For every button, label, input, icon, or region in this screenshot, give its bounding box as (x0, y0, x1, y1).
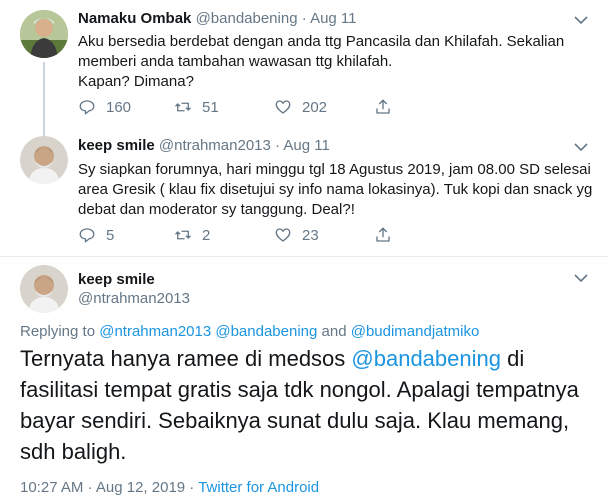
mention-link[interactable]: @bandabening (215, 323, 317, 340)
tweet-text-line: Aku bersedia berdebat dengan anda ttg Pa… (78, 33, 565, 50)
retweet-button[interactable]: 2 (174, 225, 210, 245)
heart-icon (275, 228, 291, 242)
retweet-icon (175, 102, 191, 112)
retweet-button[interactable]: 51 (174, 97, 219, 117)
retweet-count: 51 (202, 98, 219, 116)
reply-count: 160 (106, 98, 132, 116)
separator-dot: · (301, 10, 307, 27)
tweet-text-line: debat dan moderator sy tanggung. Deal?! (78, 201, 355, 218)
display-name[interactable]: Namaku Ombak (78, 10, 191, 27)
reply-icon (79, 100, 95, 115)
tweet-text-line: Sy siapkan forumnya, hari minggu tgl 18 … (78, 161, 591, 178)
tweet-header: Namaku Ombak @bandabening · Aug 11 (78, 10, 357, 27)
retweet-count: 2 (202, 226, 211, 244)
tweet-text: Aku bersedia berdebat dengan anda ttg Pa… (78, 32, 598, 92)
tweet-1[interactable]: Namaku Ombak @bandabening · Aug 11 Aku b… (0, 0, 608, 122)
avatar-image-icon (20, 265, 68, 313)
avatar[interactable] (20, 136, 68, 184)
reply-icon (79, 228, 95, 243)
tweet-source[interactable]: Twitter for Android (198, 479, 319, 496)
avatar[interactable] (20, 10, 68, 58)
tweet-header: keep smile @ntrahman2013 · Aug 11 (78, 137, 330, 154)
focused-tweet-text: Ternyata hanya ramee di medsos @bandaben… (20, 343, 600, 467)
like-count: 202 (302, 98, 328, 116)
tweet-2[interactable]: keep smile @ntrahman2013 · Aug 11 Sy sia… (0, 122, 608, 256)
user-handle[interactable]: @ntrahman2013 (78, 290, 190, 307)
share-icon (376, 227, 390, 242)
mention-link[interactable]: @ntrahman2013 (99, 323, 211, 340)
chevron-down-icon[interactable] (574, 15, 588, 25)
mention-link[interactable]: @budimandjatmiko (351, 323, 480, 340)
avatar[interactable] (20, 265, 68, 313)
chevron-down-icon[interactable] (574, 273, 588, 283)
tweet-meta: 10:27 AM · Aug 12, 2019 · Twitter for An… (20, 479, 319, 496)
reply-count: 5 (106, 226, 115, 244)
avatar-image-icon (20, 10, 68, 58)
separator-dot: · (275, 137, 281, 154)
tweet-actions: 160 51 202 (78, 97, 398, 117)
like-button[interactable]: 202 (274, 97, 327, 117)
tweet-text-line: area Gresik ( klau fix disetujui sy info… (78, 181, 593, 198)
share-icon (376, 99, 390, 114)
share-button[interactable] (374, 225, 392, 245)
reply-button[interactable]: 5 (78, 225, 114, 245)
retweet-icon (175, 230, 191, 240)
chevron-down-icon[interactable] (574, 142, 588, 152)
like-button[interactable]: 23 (274, 225, 319, 245)
tweet-timestamp[interactable]: 10:27 AM · Aug 12, 2019 · (20, 479, 194, 496)
tweet-date[interactable]: Aug 11 (283, 137, 329, 154)
like-count: 23 (302, 226, 319, 244)
thread-line (43, 62, 45, 122)
display-name[interactable]: keep smile (78, 271, 155, 288)
heart-icon (275, 100, 291, 114)
reply-button[interactable]: 160 (78, 97, 131, 117)
display-name[interactable]: keep smile (78, 137, 155, 154)
tweet-actions: 5 2 23 (78, 225, 398, 245)
replying-and: and (321, 323, 347, 340)
share-button[interactable] (374, 97, 392, 117)
tweet-text: Sy siapkan forumnya, hari minggu tgl 18 … (78, 160, 598, 220)
tweet-text-line: Kapan? Dimana? (78, 73, 194, 90)
avatar-image-icon (20, 136, 68, 184)
tweet-text-part: Ternyata hanya ramee di medsos (20, 346, 352, 371)
user-handle[interactable]: @ntrahman2013 (159, 137, 271, 154)
tweet-text-line: memberi anda tambahan wawasan ttg khilaf… (78, 53, 393, 70)
replying-to: Replying to @ntrahman2013 @bandabening a… (20, 323, 479, 340)
replying-prefix: Replying to (20, 323, 96, 340)
mention-link[interactable]: @bandabening (351, 346, 501, 371)
tweet-date[interactable]: Aug 11 (310, 10, 356, 27)
thread-line (43, 122, 45, 136)
user-handle[interactable]: @bandabening (196, 10, 298, 27)
tweet-header: keep smile (78, 271, 155, 288)
